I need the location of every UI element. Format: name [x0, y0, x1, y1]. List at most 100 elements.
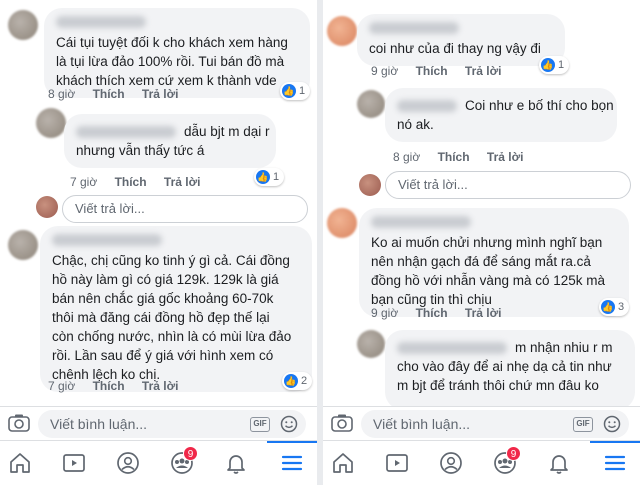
comment-text-line: thôi mà đăng cái đồng hồ đẹp thế lại [52, 310, 270, 325]
comment-first-line-row: dẫu bjt m dại r [76, 122, 270, 141]
reply-input[interactable]: Viết trả lời... [62, 195, 308, 223]
reply-link[interactable]: Trả lời [164, 175, 201, 189]
home-icon[interactable] [331, 451, 355, 475]
comment-text-line: cho vào đây để ai nhẹ dạ cả tin như [397, 359, 612, 374]
reaction-count[interactable]: 👍 3 [599, 298, 630, 316]
reply-link[interactable]: Trả lời [142, 87, 179, 101]
active-tab-indicator [267, 441, 317, 443]
reaction-count[interactable]: 👍 1 [254, 168, 285, 186]
comment-bubble: Cái tụi tuyệt đối k cho khách xem hàng l… [44, 8, 310, 98]
like-link[interactable]: Thích [93, 87, 125, 101]
user-avatar [359, 174, 381, 196]
reaction-number: 1 [299, 85, 306, 97]
comment-bubble: m nhận nhiu r m cho vào đây để ai nhẹ dạ… [385, 330, 635, 410]
menu-icon[interactable] [280, 451, 304, 475]
reaction-count[interactable]: 👍 1 [280, 82, 311, 100]
comment-first-line-row: Coi như e bố thí cho bọn [397, 96, 614, 115]
groups-nav-item[interactable]: 9 [170, 446, 198, 475]
comment-text-line: hồ này làm gì có giá 129k. 129k là giá [52, 272, 279, 287]
comment-first-line-row: m nhận nhiu r m [397, 338, 623, 357]
commenter-name-blurred[interactable] [371, 216, 471, 228]
comment-text-line: Ko ai muốn chửi nhưng mình nghĩ bạn [371, 235, 603, 250]
commenter-name-blurred[interactable] [56, 16, 146, 28]
profile-icon[interactable] [116, 451, 140, 475]
comment-input[interactable]: Viết bình luận... GIF [361, 410, 629, 438]
reaction-number: 2 [301, 375, 308, 387]
like-link[interactable]: Thích [416, 306, 448, 320]
menu-icon[interactable] [603, 451, 627, 475]
comment-text-line: nên nhận gạch đá để sáng mắt ra.cả [371, 254, 591, 269]
screenshot-pair: Cái tụi tuyệt đối k cho khách xem hàng l… [0, 0, 640, 485]
comment-text-line: m nhận nhiu r m [515, 340, 613, 355]
comment-text-line: Cái tụi tuyệt đối k cho khách xem hàng [56, 35, 288, 50]
comment-text-line: là tụi lừa đảo 100% rồi. Tui bán đồ mà [56, 54, 285, 69]
comment-meta: 7 giờ Thích Trả lời [48, 379, 192, 393]
comment-meta: 9 giờ Thích Trả lời [371, 64, 515, 78]
bell-icon[interactable] [224, 451, 248, 475]
commenter-avatar[interactable] [327, 16, 357, 46]
camera-icon[interactable] [331, 413, 353, 433]
comment-text-line: dẫu bjt m dại r [184, 124, 270, 139]
thumbs-up-icon: 👍 [284, 374, 298, 388]
comment-meta: 7 giờ Thích Trả lời [70, 175, 214, 189]
comment-text-line: nó ak. [397, 117, 434, 132]
like-link[interactable]: Thích [416, 64, 448, 78]
like-link[interactable]: Thích [115, 175, 147, 189]
comment-text-line: coi như của đi thay ng vậy đi [369, 41, 541, 56]
commenter-avatar[interactable] [36, 108, 66, 138]
bottom-nav: 9 [323, 440, 640, 485]
reply-input[interactable]: Viết trả lời... [385, 171, 631, 199]
commenter-avatar[interactable] [8, 10, 38, 40]
comment-text-line: nhưng vẫn thấy tức á [76, 143, 205, 158]
comment-bubble: Ko ai muốn chửi nhưng mình nghĩ bạn nên … [359, 208, 629, 317]
reaction-number: 1 [273, 171, 280, 183]
comment-bubble: coi như của đi thay ng vậy đi [357, 14, 565, 66]
comment-time: 8 giờ [393, 150, 421, 164]
profile-icon[interactable] [439, 451, 463, 475]
comment-meta: 9 giờ Thích Trả lời [371, 306, 515, 320]
commenter-name-blurred[interactable] [76, 126, 176, 139]
commenter-avatar[interactable] [357, 330, 385, 358]
groups-nav-item[interactable]: 9 [493, 446, 521, 475]
emoji-icon[interactable] [603, 415, 621, 433]
reaction-count[interactable]: 👍 1 [539, 56, 570, 74]
comment-time: 7 giờ [48, 379, 76, 393]
reply-link[interactable]: Trả lời [487, 150, 524, 164]
reply-link[interactable]: Trả lời [465, 306, 502, 320]
active-tab-indicator [590, 441, 640, 443]
commenter-avatar[interactable] [327, 208, 357, 238]
commenter-name-blurred[interactable] [369, 22, 459, 34]
reply-link[interactable]: Trả lời [142, 379, 179, 393]
comment-time: 7 giờ [70, 175, 98, 189]
commenter-avatar[interactable] [8, 230, 38, 260]
reaction-number: 3 [618, 301, 625, 313]
reaction-number: 1 [558, 59, 565, 71]
reply-link[interactable]: Trả lời [465, 64, 502, 78]
commenter-name-blurred[interactable] [52, 234, 162, 246]
gif-icon[interactable]: GIF [250, 417, 270, 432]
comment-meta: 8 giờ Thích Trả lời [393, 150, 537, 164]
like-link[interactable]: Thích [438, 150, 470, 164]
comment-placeholder: Viết bình luận... [373, 416, 471, 432]
like-link[interactable]: Thích [93, 379, 125, 393]
gif-icon[interactable]: GIF [573, 417, 593, 432]
user-avatar [36, 196, 58, 218]
emoji-icon[interactable] [280, 415, 298, 433]
comment-text-line: rồi. Lần sau để ý giá với hình xem có [52, 348, 274, 363]
comment-input[interactable]: Viết bình luận... GIF [38, 410, 306, 438]
commenter-avatar[interactable] [357, 90, 385, 118]
comment-text-line: Chậc, chị cũng ko tinh ý gì cả. Cái đồng [52, 253, 290, 268]
video-icon[interactable] [62, 451, 86, 475]
camera-icon[interactable] [8, 413, 30, 433]
commenter-name-blurred[interactable] [397, 342, 507, 355]
home-icon[interactable] [8, 451, 32, 475]
bell-icon[interactable] [547, 451, 571, 475]
commenter-name-blurred[interactable] [397, 100, 457, 113]
comment-meta: 8 giờ Thích Trả lời [48, 87, 192, 101]
notification-badge: 9 [506, 446, 521, 461]
comment-composer: Viết bình luận... GIF [0, 406, 317, 440]
video-icon[interactable] [385, 451, 409, 475]
thumbs-up-icon: 👍 [541, 58, 555, 72]
reaction-count[interactable]: 👍 2 [282, 372, 313, 390]
comment-time: 9 giờ [371, 306, 399, 320]
